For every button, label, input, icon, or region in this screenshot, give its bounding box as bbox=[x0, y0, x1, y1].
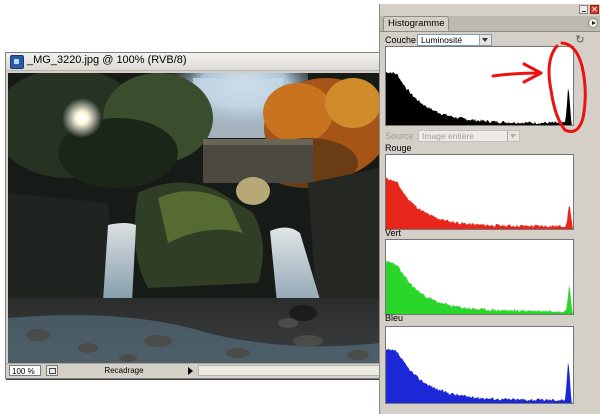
blue-channel-label: Bleu bbox=[385, 313, 404, 323]
green-channel-label: Vert bbox=[385, 228, 402, 238]
luminosity-histogram-graph bbox=[386, 71, 572, 125]
chevron-down-icon bbox=[479, 35, 491, 45]
panel-menu-icon[interactable] bbox=[588, 18, 598, 28]
waterfall-photo bbox=[8, 73, 380, 363]
luminosity-histogram bbox=[385, 46, 574, 126]
horizontal-scrollbar[interactable] bbox=[198, 365, 380, 376]
red-histogram-graph bbox=[386, 177, 573, 229]
source-select-value: Image entière bbox=[422, 131, 474, 141]
zoom-field[interactable]: 100 % bbox=[9, 365, 41, 376]
red-channel-label: Rouge bbox=[385, 143, 412, 153]
blue-histogram-graph bbox=[386, 348, 572, 403]
histogram-panel: ✕ Histogramme Couche : Luminosité ↻ Sour… bbox=[379, 4, 600, 414]
panel-tabstrip: Histogramme bbox=[380, 16, 600, 32]
photoshop-doc-icon bbox=[10, 55, 24, 69]
close-icon[interactable]: ✕ bbox=[590, 5, 599, 14]
document-titlebar[interactable]: _MG_3220.jpg @ 100% (RVB/8) bbox=[6, 53, 382, 71]
panel-topbar: ✕ bbox=[380, 4, 600, 16]
channel-select-value: Luminosité bbox=[421, 35, 463, 45]
document-window[interactable]: _MG_3220.jpg @ 100% (RVB/8) 100 % Recadr… bbox=[5, 52, 383, 379]
chevron-down-icon bbox=[507, 131, 519, 141]
blue-histogram bbox=[385, 326, 574, 404]
navigator-icon[interactable] bbox=[46, 365, 58, 376]
red-histogram bbox=[385, 154, 574, 230]
source-select: Image entière bbox=[418, 130, 520, 142]
green-histogram bbox=[385, 239, 574, 315]
status-menu-arrow-icon[interactable] bbox=[188, 367, 193, 375]
source-label: Source : bbox=[385, 131, 419, 141]
refresh-icon[interactable]: ↻ bbox=[575, 35, 585, 46]
photo-canvas[interactable] bbox=[8, 73, 380, 363]
minimize-icon[interactable] bbox=[579, 5, 588, 14]
document-statusbar: 100 % Recadrage bbox=[6, 363, 382, 378]
document-title: _MG_3220.jpg @ 100% (RVB/8) bbox=[27, 54, 187, 66]
channel-select[interactable]: Luminosité bbox=[417, 34, 492, 46]
tab-histogramme[interactable]: Histogramme bbox=[383, 16, 449, 31]
channel-label: Couche : bbox=[385, 35, 422, 45]
green-histogram-graph bbox=[386, 260, 573, 314]
status-info: Recadrage bbox=[104, 366, 144, 375]
